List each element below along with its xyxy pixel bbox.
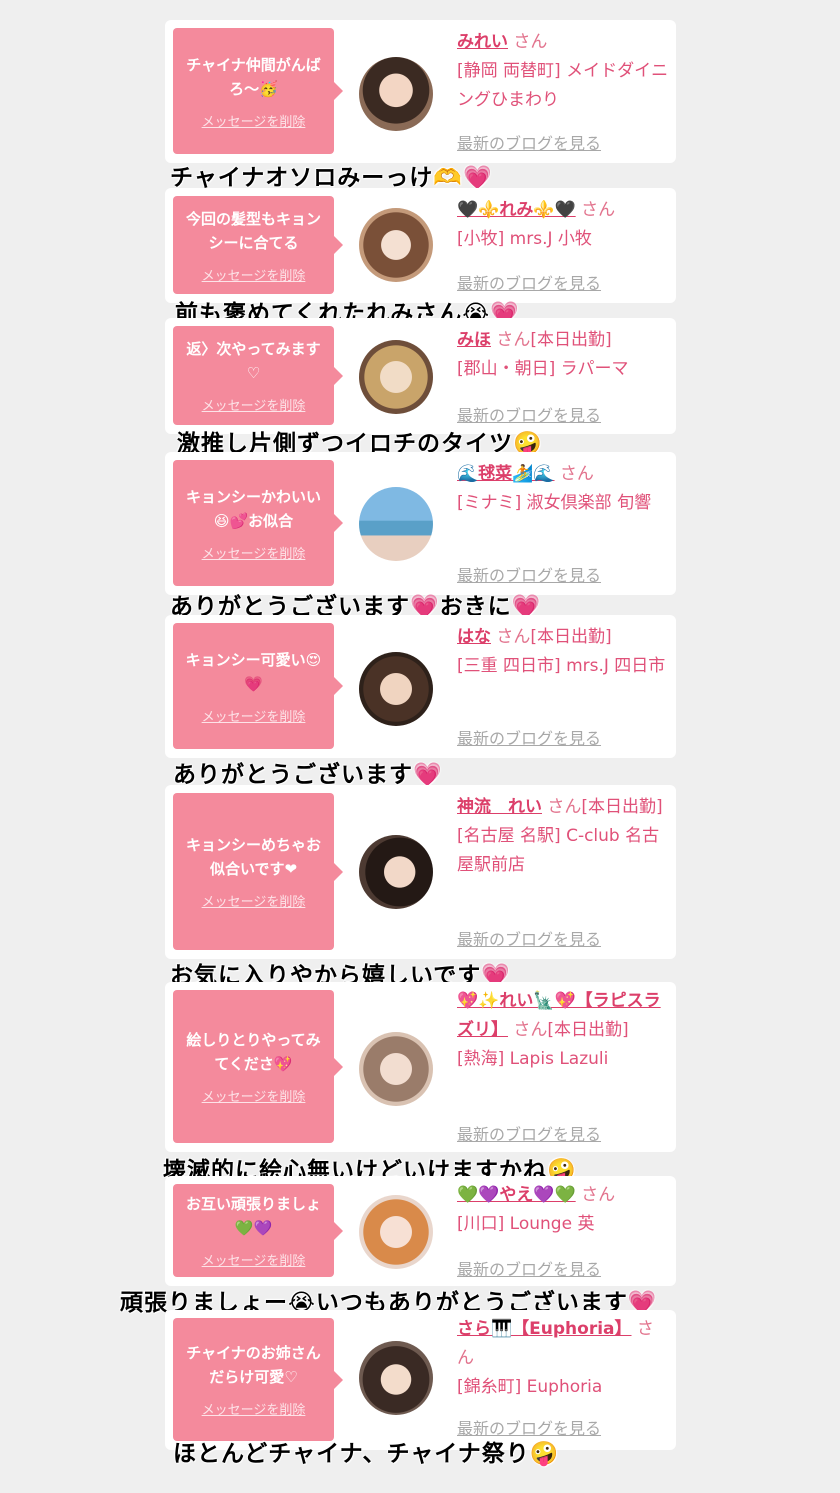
status-text: [本日出勤]: [530, 627, 612, 647]
user-name-link[interactable]: 💚💜やえ💜💚: [457, 1185, 576, 1205]
message-bubble: キョンシーかわいい😆💕お似合 メッセージを削除: [173, 460, 343, 586]
message-card: 今回の髪型もキョンシーに合てる メッセージを削除 🖤⚜️れみ⚜️🖤 さん [小牧…: [165, 188, 676, 303]
delete-message-link[interactable]: メッセージを削除: [202, 706, 306, 725]
message-text: キョンシー可愛い😍💗: [185, 650, 322, 693]
message-card: キョンシーかわいい😆💕お似合 メッセージを削除 🌊毬菜🏄🌊 さん [ミナミ] 淑…: [165, 452, 676, 595]
status-text: [本日出勤]: [530, 330, 612, 350]
status-text: [本日出勤]: [547, 1020, 629, 1040]
message-bubble: キョンシー可愛い😍💗 メッセージを削除: [173, 623, 343, 749]
message-text: 今回の髪型もキョンシーに合てる: [185, 209, 321, 252]
delete-message-link[interactable]: メッセージを削除: [202, 111, 306, 130]
avatar[interactable]: [359, 1032, 433, 1106]
message-text: チャイナのお姉さんだらけ可愛♡: [186, 1344, 321, 1386]
message-card: 絵しりとりやってみてくださ💖 メッセージを削除 💖✨れい🗽💖【ラピスラズリ】 さ…: [165, 982, 676, 1152]
delete-message-link[interactable]: メッセージを削除: [202, 1250, 306, 1269]
honorific: さん: [559, 464, 594, 484]
latest-blog-link[interactable]: 最新のブログを見る: [457, 1256, 601, 1280]
user-info: 神流 れい さん[本日出勤] [名古屋 名駅] C-club 名古屋駅前店: [457, 793, 669, 880]
avatar[interactable]: [359, 208, 433, 282]
user-name-link[interactable]: 🖤⚜️れみ⚜️🖤: [457, 200, 576, 220]
honorific: さん: [513, 1020, 548, 1040]
avatar[interactable]: [359, 57, 433, 131]
message-text: キョンシーめちゃお似合いです❤: [185, 836, 321, 878]
honorific: さん: [581, 200, 616, 220]
avatar[interactable]: [359, 1195, 433, 1269]
message-bubble: チャイナ仲間がんばろ〜🥳 メッセージを削除: [173, 28, 343, 154]
shop-location: [錦糸町] Euphoria: [457, 1377, 603, 1397]
shop-location: [郡山・朝日] ラパーマ: [457, 359, 629, 379]
latest-blog-link[interactable]: 最新のブログを見る: [457, 562, 601, 586]
honorific: さん: [513, 32, 548, 52]
honorific: さん: [581, 1185, 616, 1205]
shop-location: [小牧] mrs.J 小牧: [457, 229, 592, 249]
shop-location: [三重 四日市] mrs.J 四日市: [457, 656, 666, 676]
message-card: キョンシー可愛い😍💗 メッセージを削除 はな さん[本日出勤] [三重 四日市]…: [165, 615, 676, 758]
user-info: 💚💜やえ💜💚 さん [川口] Lounge 英: [457, 1181, 669, 1239]
message-bubble: 今回の髪型もキョンシーに合てる メッセージを削除: [173, 196, 343, 294]
message-text: お互い頑張りましょ💚💜: [185, 1195, 321, 1237]
message-bubble: 絵しりとりやってみてくださ💖 メッセージを削除: [173, 990, 343, 1143]
honorific: さん: [547, 797, 582, 817]
message-text: 絵しりとりやってみてくださ💖: [186, 1031, 321, 1073]
message-text: キョンシーかわいい😆💕お似合: [185, 487, 321, 530]
avatar[interactable]: [359, 1341, 433, 1415]
shop-location: [ミナミ] 淑女倶楽部 旬響: [457, 493, 652, 513]
message-bubble: 返〉次やってみます♡ メッセージを削除: [173, 326, 343, 425]
status-text: [本日出勤]: [581, 797, 663, 817]
delete-message-link[interactable]: メッセージを削除: [202, 891, 306, 910]
user-name-link[interactable]: さら🎹【Euphoria】: [457, 1319, 632, 1339]
user-name-link[interactable]: 🌊毬菜🏄🌊: [457, 464, 555, 484]
message-card: 返〉次やってみます♡ メッセージを削除 みほ さん[本日出勤] [郡山・朝日] …: [165, 318, 676, 434]
user-name-link[interactable]: 神流 れい: [457, 797, 542, 817]
latest-blog-link[interactable]: 最新のブログを見る: [457, 725, 601, 749]
shop-location: [川口] Lounge 英: [457, 1214, 595, 1234]
delete-message-link[interactable]: メッセージを削除: [202, 265, 306, 284]
honorific: さん: [496, 627, 531, 647]
message-bubble: お互い頑張りましょ💚💜 メッセージを削除: [173, 1184, 343, 1277]
honorific: さん: [496, 330, 531, 350]
latest-blog-link[interactable]: 最新のブログを見る: [457, 130, 601, 154]
avatar[interactable]: [359, 340, 433, 414]
user-name-link[interactable]: みほ: [457, 330, 491, 350]
user-info: 💖✨れい🗽💖【ラピスラズリ】 さん[本日出勤] [熱海] Lapis Lazul…: [457, 987, 669, 1074]
user-name-link[interactable]: はな: [457, 627, 491, 647]
caption: ありがとうございます💗: [173, 762, 443, 788]
message-card: キョンシーめちゃお似合いです❤ メッセージを削除 神流 れい さん[本日出勤] …: [165, 785, 676, 959]
user-info: 🖤⚜️れみ⚜️🖤 さん [小牧] mrs.J 小牧: [457, 196, 669, 254]
user-info: 🌊毬菜🏄🌊 さん [ミナミ] 淑女倶楽部 旬響: [457, 460, 669, 518]
user-info: さら🎹【Euphoria】 さん [錦糸町] Euphoria: [457, 1315, 669, 1402]
shop-location: [名古屋 名駅] C-club 名古屋駅前店: [457, 826, 660, 875]
shop-location: [静岡 両替町] メイドダイニングひまわり: [457, 61, 669, 110]
avatar[interactable]: [359, 652, 433, 726]
delete-message-link[interactable]: メッセージを削除: [202, 543, 306, 562]
message-card: チャイナのお姉さんだらけ可愛♡ メッセージを削除 さら🎹【Euphoria】 さ…: [165, 1310, 676, 1450]
latest-blog-link[interactable]: 最新のブログを見る: [457, 1121, 601, 1145]
user-info: みれい さん [静岡 両替町] メイドダイニングひまわり: [457, 28, 669, 115]
shop-location: [熱海] Lapis Lazuli: [457, 1049, 609, 1069]
message-text: 返〉次やってみます♡: [186, 340, 321, 382]
user-info: はな さん[本日出勤] [三重 四日市] mrs.J 四日市: [457, 623, 669, 681]
caption: チャイナオソロみーっけ🫶💗: [170, 165, 493, 191]
caption: ほとんどチャイナ、チャイナ祭り🤪: [173, 1441, 560, 1467]
avatar[interactable]: [359, 835, 433, 909]
delete-message-link[interactable]: メッセージを削除: [202, 1086, 306, 1105]
latest-blog-link[interactable]: 最新のブログを見る: [457, 926, 601, 950]
user-name-link[interactable]: みれい: [457, 32, 508, 52]
avatar[interactable]: [359, 487, 433, 561]
message-card: お互い頑張りましょ💚💜 メッセージを削除 💚💜やえ💜💚 さん [川口] Loun…: [165, 1176, 676, 1286]
message-card: チャイナ仲間がんばろ〜🥳 メッセージを削除 みれい さん [静岡 両替町] メイ…: [165, 20, 676, 163]
message-bubble: キョンシーめちゃお似合いです❤ メッセージを削除: [173, 793, 343, 950]
delete-message-link[interactable]: メッセージを削除: [202, 395, 306, 414]
user-info: みほ さん[本日出勤] [郡山・朝日] ラパーマ: [457, 326, 669, 384]
message-text: チャイナ仲間がんばろ〜🥳: [186, 55, 321, 98]
message-bubble: チャイナのお姉さんだらけ可愛♡ メッセージを削除: [173, 1318, 343, 1441]
latest-blog-link[interactable]: 最新のブログを見る: [457, 270, 601, 294]
latest-blog-link[interactable]: 最新のブログを見る: [457, 402, 601, 426]
delete-message-link[interactable]: メッセージを削除: [202, 1399, 306, 1418]
